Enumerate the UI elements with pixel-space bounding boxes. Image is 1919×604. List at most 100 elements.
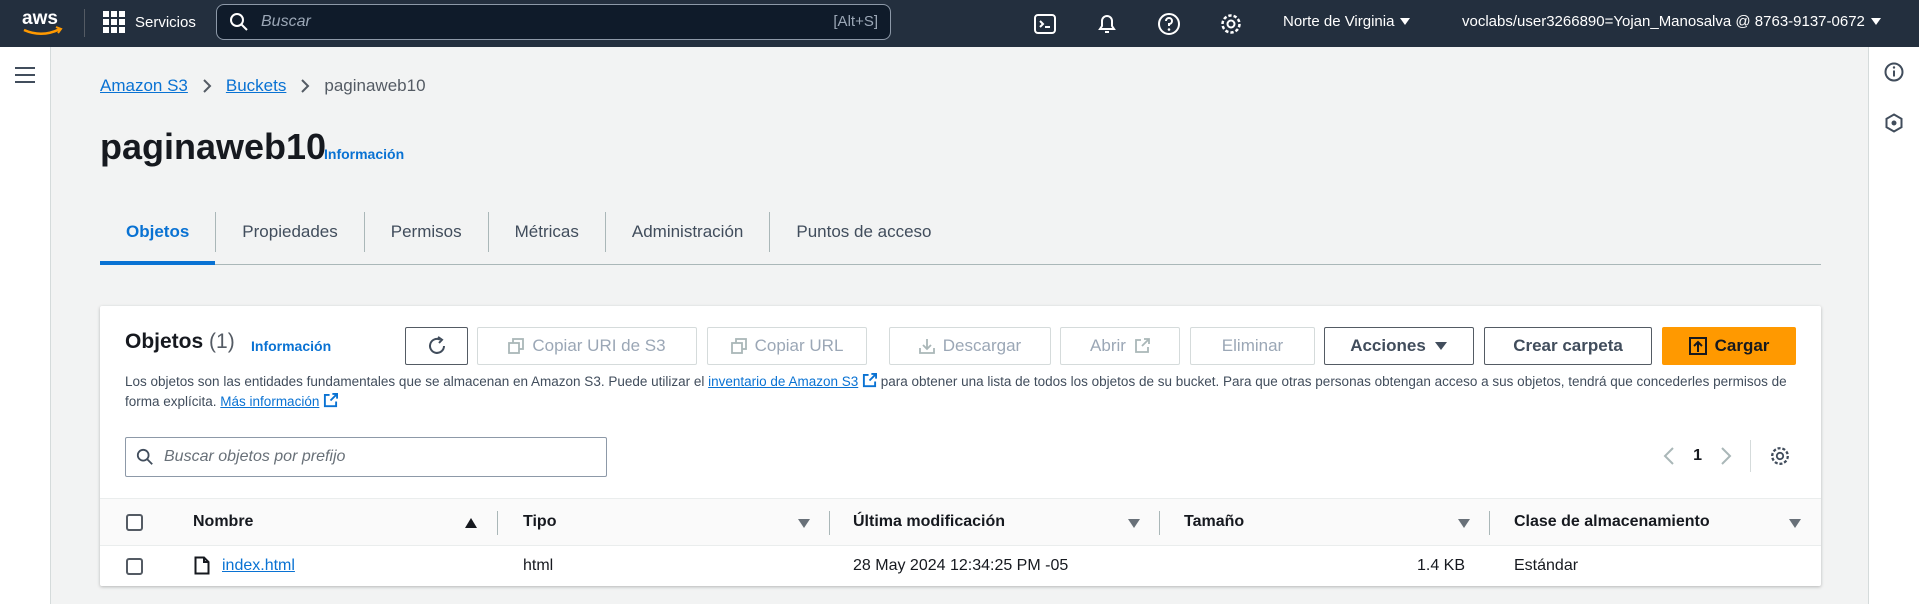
open-label: Abrir xyxy=(1090,336,1126,355)
region-selector[interactable]: Norte de Virginia xyxy=(1283,13,1411,30)
delete-label: Eliminar xyxy=(1221,336,1284,355)
column-divider[interactable] xyxy=(829,511,830,535)
inventory-link[interactable]: inventario de Amazon S3 xyxy=(708,374,858,389)
external-link-icon xyxy=(324,393,339,408)
sort-icon[interactable] xyxy=(1128,519,1140,528)
upload-button[interactable]: Cargar xyxy=(1662,327,1796,365)
objects-heading: Objetos (1) xyxy=(125,330,235,354)
column-divider[interactable] xyxy=(1159,511,1160,535)
delete-button[interactable]: Eliminar xyxy=(1190,327,1315,365)
sort-icon[interactable] xyxy=(1789,519,1801,528)
create-folder-button[interactable]: Crear carpeta xyxy=(1484,327,1652,365)
refresh-button[interactable] xyxy=(405,327,468,365)
actions-dropdown[interactable]: Acciones xyxy=(1324,327,1474,365)
chevron-right-icon xyxy=(301,79,310,93)
caret-down-icon xyxy=(1870,18,1881,25)
copy-icon xyxy=(508,338,525,354)
breadcrumb-buckets[interactable]: Buckets xyxy=(226,76,286,96)
table-row[interactable]: index.html html 28 May 2024 12:34:25 PM … xyxy=(100,546,1821,586)
objects-description: Los objetos son las entidades fundamenta… xyxy=(125,372,1805,412)
objects-info-link[interactable]: Información xyxy=(251,338,331,354)
object-prefix-search[interactable]: Buscar objetos por prefijo xyxy=(125,437,607,477)
search-icon xyxy=(230,13,248,31)
tab-objects[interactable]: Objetos xyxy=(100,212,217,265)
copy-s3-uri-label: Copiar URI de S3 xyxy=(532,336,666,355)
sort-ascending-icon[interactable] xyxy=(465,518,477,528)
object-storage-class: Estándar xyxy=(1514,557,1579,574)
upload-label: Cargar xyxy=(1714,336,1770,355)
prefix-search-placeholder: Buscar objetos por prefijo xyxy=(164,448,346,465)
logo-text: aws xyxy=(22,8,58,29)
row-checkbox[interactable] xyxy=(126,558,143,575)
object-type: html xyxy=(523,557,554,574)
cloudshell-icon[interactable] xyxy=(1033,12,1057,36)
open-button[interactable]: Abrir xyxy=(1060,327,1180,365)
settings-icon[interactable] xyxy=(1219,12,1243,36)
copy-url-button[interactable]: Copiar URL xyxy=(707,327,867,365)
sort-icon[interactable] xyxy=(1458,519,1470,528)
caret-down-icon xyxy=(1400,18,1411,25)
more-info-link[interactable]: Más información xyxy=(220,394,319,409)
upload-icon xyxy=(1688,337,1707,355)
tab-access-points[interactable]: Puntos de acceso xyxy=(770,212,957,252)
description-text: Los objetos son las entidades fundamenta… xyxy=(125,374,709,389)
global-search-input[interactable]: Buscar [Alt+S] xyxy=(216,4,891,40)
copy-s3-uri-button[interactable]: Copiar URI de S3 xyxy=(477,327,697,365)
chevron-right-icon[interactable] xyxy=(1720,446,1732,466)
bell-icon[interactable] xyxy=(1095,12,1119,36)
search-shortcut: [Alt+S] xyxy=(833,13,878,30)
divider xyxy=(84,9,85,37)
object-size: 1.4 KB xyxy=(1416,557,1465,574)
object-name-link[interactable]: index.html xyxy=(222,546,295,586)
chevron-right-icon xyxy=(203,79,212,93)
copy-url-label: Copiar URL xyxy=(754,336,844,355)
breadcrumb-amazon-s3[interactable]: Amazon S3 xyxy=(100,76,188,96)
tab-metrics[interactable]: Métricas xyxy=(489,212,606,252)
copy-icon xyxy=(730,338,747,354)
sort-icon[interactable] xyxy=(798,519,810,528)
page-info-link[interactable]: Información xyxy=(324,146,404,162)
refresh-icon xyxy=(428,336,445,354)
tab-permissions[interactable]: Permisos xyxy=(365,212,489,252)
file-icon xyxy=(194,556,210,575)
chevron-left-icon[interactable] xyxy=(1663,446,1675,466)
column-name[interactable]: Nombre xyxy=(193,499,253,545)
column-divider[interactable] xyxy=(497,511,498,535)
breadcrumb: Amazon S3 Buckets paginaweb10 xyxy=(100,76,426,96)
column-size[interactable]: Tamaño xyxy=(1184,499,1244,545)
column-last-modified[interactable]: Última modificación xyxy=(853,499,1005,545)
search-placeholder: Buscar xyxy=(261,13,311,30)
objects-panel: Objetos (1) Información Copiar URI de S3… xyxy=(100,306,1821,586)
services-label: Servicios xyxy=(135,13,196,31)
account-label: voclabs/user3266890=Yojan_Manosalva @ 87… xyxy=(1462,13,1865,30)
tab-properties[interactable]: Propiedades xyxy=(216,212,365,252)
settings-icon[interactable] xyxy=(1769,445,1791,467)
page-number[interactable]: 1 xyxy=(1693,447,1702,465)
download-button[interactable]: Descargar xyxy=(889,327,1051,365)
column-divider[interactable] xyxy=(1489,511,1490,535)
grid-icon xyxy=(103,11,125,33)
top-navigation-bar: aws Servicios Buscar [Alt+S] Norte de Vi… xyxy=(0,0,1919,47)
download-icon xyxy=(918,339,935,354)
tab-management[interactable]: Administración xyxy=(606,212,771,252)
menu-icon[interactable] xyxy=(15,66,35,84)
left-navigation-rail xyxy=(0,47,51,604)
download-label: Descargar xyxy=(942,336,1022,355)
hexagon-icon[interactable] xyxy=(1884,113,1904,133)
services-menu[interactable]: Servicios xyxy=(103,11,196,33)
select-all-checkbox[interactable] xyxy=(126,514,143,531)
objects-count: (1) xyxy=(209,330,235,353)
column-type[interactable]: Tipo xyxy=(523,499,556,545)
external-link-icon xyxy=(1135,338,1150,353)
create-folder-label: Crear carpeta xyxy=(1513,336,1623,355)
objects-title: Objetos xyxy=(125,330,204,353)
help-icon[interactable] xyxy=(1157,12,1181,36)
account-menu[interactable]: voclabs/user3266890=Yojan_Manosalva @ 87… xyxy=(1462,13,1881,30)
table-header: Nombre Tipo Última modificación Tamaño C… xyxy=(100,498,1821,546)
page-title: paginaweb10 xyxy=(100,126,327,167)
aws-logo[interactable]: aws xyxy=(20,6,66,40)
column-storage-class[interactable]: Clase de almacenamiento xyxy=(1514,499,1710,545)
info-icon[interactable] xyxy=(1884,62,1904,82)
divider xyxy=(1750,440,1751,472)
tab-list: Objetos Propiedades Permisos Métricas Ad… xyxy=(100,212,1821,265)
